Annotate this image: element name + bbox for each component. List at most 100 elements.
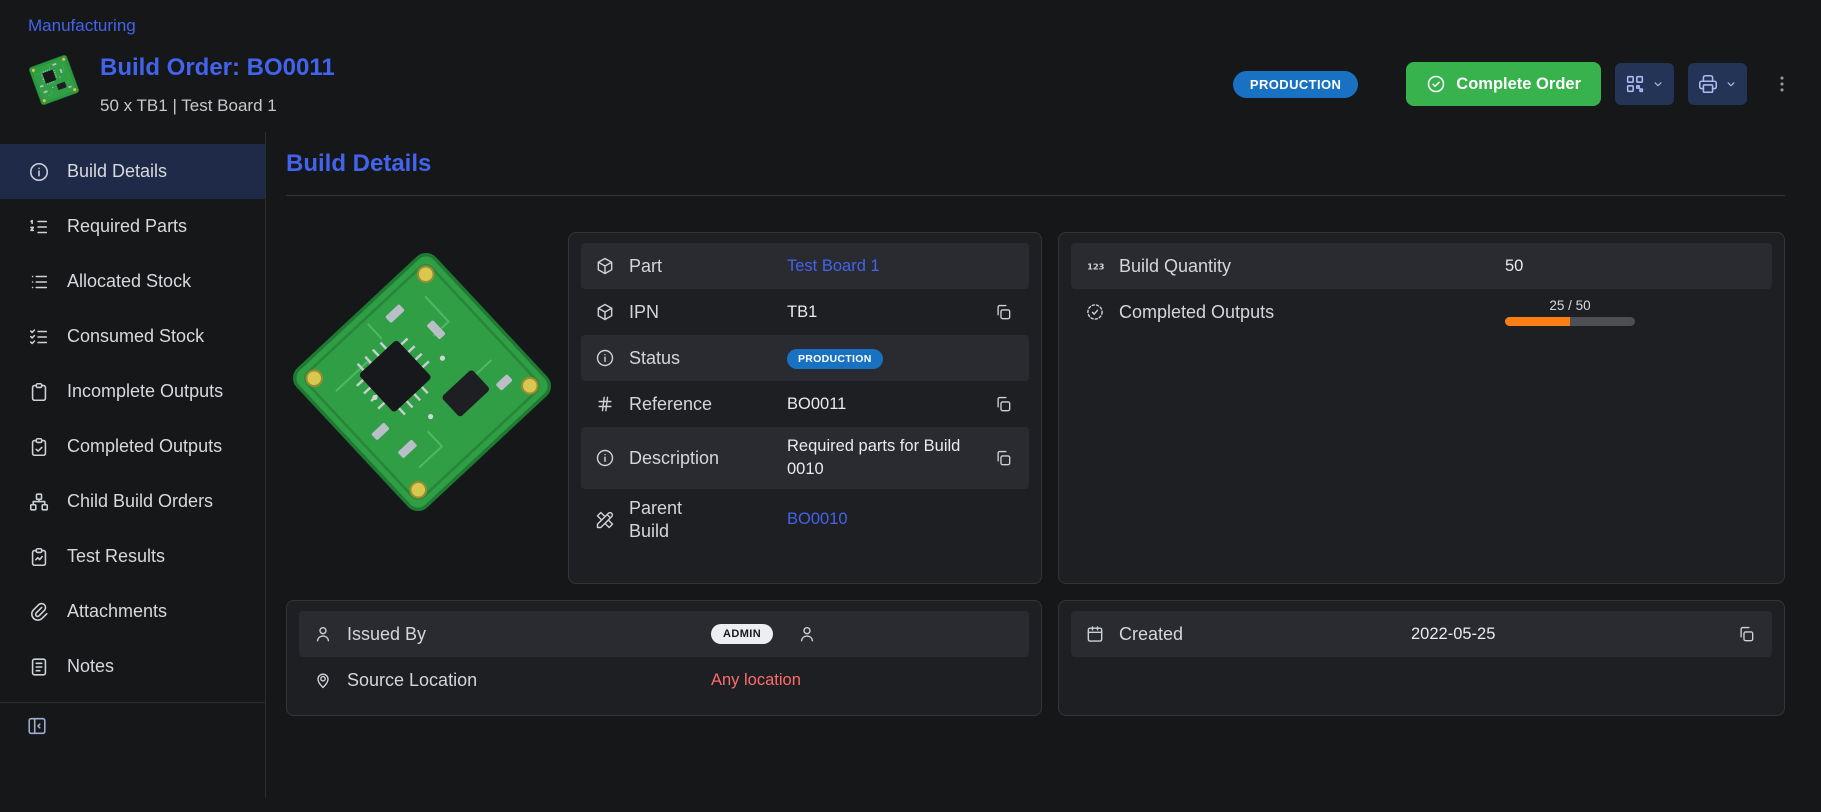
- page-subtitle: 50 x TB1 | Test Board 1: [100, 96, 335, 116]
- detail-row-parent-build: Parent Build BO0010: [581, 489, 1029, 550]
- sidebar-item-label: Incomplete Outputs: [67, 381, 223, 402]
- breadcrumb: Manufacturing: [0, 0, 1821, 44]
- main-panel: Build Details Part Test Board 1: [266, 132, 1821, 798]
- chevron-down-icon: [1724, 77, 1738, 91]
- copy-button[interactable]: [992, 301, 1015, 324]
- title-block: Build Order: BO0011 50 x TB1 | Test Boar…: [100, 54, 335, 116]
- user-icon: [797, 624, 817, 644]
- copy-button[interactable]: [992, 447, 1015, 470]
- svg-text:123: 123: [1087, 261, 1105, 271]
- detail-label: Created: [1119, 624, 1183, 645]
- copy-icon: [994, 303, 1013, 322]
- detail-row-completed-outputs: Completed Outputs 25 / 50: [1071, 289, 1772, 335]
- pcb-thumbnail-image: [26, 52, 82, 108]
- sidebar: Build Details Required Parts Allocated S…: [0, 132, 266, 798]
- header-actions: PRODUCTION Complete Order: [1233, 54, 1793, 106]
- package-icon: [595, 256, 615, 276]
- detail-row-reference: Reference BO0011: [581, 381, 1029, 427]
- breadcrumb-manufacturing[interactable]: Manufacturing: [28, 16, 136, 35]
- list-numbers-icon: [28, 216, 50, 238]
- calendar-icon: [1085, 624, 1105, 644]
- quantity-panel: 123 Build Quantity 50 Completed Outputs …: [1058, 232, 1785, 584]
- part-image[interactable]: [286, 232, 558, 532]
- qr-code-icon: [1624, 73, 1646, 95]
- progress-track: [1505, 317, 1635, 326]
- sidebar-item-child-build-orders[interactable]: Child Build Orders: [0, 474, 265, 529]
- detail-label: Reference: [629, 394, 712, 415]
- detail-label: Status: [629, 348, 680, 369]
- issued-by-badge: ADMIN: [711, 624, 773, 644]
- created-value: 2022-05-25: [1411, 625, 1735, 644]
- detail-row-ipn: IPN TB1: [581, 289, 1029, 335]
- progress-text: 25 / 50: [1505, 298, 1635, 313]
- progress-fill: [1505, 317, 1570, 326]
- detail-row-status: Status PRODUCTION: [581, 335, 1029, 381]
- circle-check-icon: [1426, 74, 1446, 94]
- collapse-panel-icon: [26, 715, 48, 737]
- copy-button[interactable]: [992, 393, 1015, 416]
- created-panel: Created 2022-05-25: [1058, 600, 1785, 716]
- copy-icon: [994, 395, 1013, 414]
- sidebar-item-notes[interactable]: Notes: [0, 639, 265, 694]
- package-icon: [595, 302, 615, 322]
- info-circle-icon: [595, 348, 615, 368]
- sidebar-item-label: Completed Outputs: [67, 436, 222, 457]
- content: Build Details Required Parts Allocated S…: [0, 132, 1821, 798]
- sidebar-item-label: Consumed Stock: [67, 326, 204, 347]
- numbers-123-icon: 123: [1085, 256, 1105, 276]
- source-location-value: Any location: [711, 671, 1015, 690]
- status-badge-small: PRODUCTION: [787, 349, 883, 369]
- detail-row-issued-by: Issued By ADMIN: [299, 611, 1029, 657]
- sidebar-item-test-results[interactable]: Test Results: [0, 529, 265, 584]
- complete-order-button[interactable]: Complete Order: [1406, 62, 1601, 106]
- sidebar-item-consumed-stock[interactable]: Consumed Stock: [0, 309, 265, 364]
- sidebar-item-label: Attachments: [67, 601, 167, 622]
- sidebar-item-completed-outputs[interactable]: Completed Outputs: [0, 419, 265, 474]
- detail-row-build-quantity: 123 Build Quantity 50: [1071, 243, 1772, 289]
- status-badge: PRODUCTION: [1233, 71, 1358, 98]
- detail-label: Completed Outputs: [1119, 302, 1274, 323]
- hash-icon: [595, 394, 615, 414]
- copy-icon: [994, 449, 1013, 468]
- info-circle-icon: [28, 161, 50, 183]
- sidebar-item-label: Allocated Stock: [67, 271, 191, 292]
- info-circle-icon: [595, 448, 615, 468]
- sidebar-footer: [0, 702, 265, 737]
- tools-icon: [595, 510, 615, 530]
- sidebar-item-allocated-stock[interactable]: Allocated Stock: [0, 254, 265, 309]
- sidebar-item-label: Required Parts: [67, 216, 187, 237]
- notes-icon: [28, 656, 50, 678]
- detail-label: Description: [629, 448, 719, 469]
- sidebar-item-label: Build Details: [67, 161, 167, 182]
- test-report-icon: [28, 546, 50, 568]
- detail-row-source-location: Source Location Any location: [299, 657, 1029, 703]
- ipn-value: TB1: [787, 303, 992, 322]
- build-details-panel: Part Test Board 1 IPN TB1: [568, 232, 1042, 584]
- sidebar-item-attachments[interactable]: Attachments: [0, 584, 265, 639]
- part-thumbnail[interactable]: [28, 54, 80, 106]
- section-divider: [286, 195, 1785, 196]
- paperclip-icon: [28, 601, 50, 623]
- detail-label: Build Quantity: [1119, 256, 1231, 277]
- more-actions-button[interactable]: [1771, 73, 1793, 95]
- detail-row-description: Description Required parts for Build 001…: [581, 427, 1029, 489]
- sidebar-item-incomplete-outputs[interactable]: Incomplete Outputs: [0, 364, 265, 419]
- detail-row-created: Created 2022-05-25: [1071, 611, 1772, 657]
- parent-build-link[interactable]: BO0010: [787, 510, 1015, 529]
- detail-row-part: Part Test Board 1: [581, 243, 1029, 289]
- print-actions-button[interactable]: [1688, 63, 1747, 105]
- part-link[interactable]: Test Board 1: [787, 257, 1015, 276]
- pcb-image: [275, 235, 569, 529]
- copy-button[interactable]: [1735, 623, 1758, 646]
- barcode-actions-button[interactable]: [1615, 63, 1674, 105]
- sidebar-item-label: Test Results: [67, 546, 165, 567]
- complete-order-label: Complete Order: [1456, 75, 1581, 94]
- sidebar-item-label: Child Build Orders: [67, 491, 213, 512]
- sidebar-item-label: Notes: [67, 656, 114, 677]
- page-header: Build Order: BO0011 50 x TB1 | Test Boar…: [0, 44, 1821, 132]
- collapse-sidebar-button[interactable]: [26, 715, 48, 737]
- description-value: Required parts for Build 0010: [787, 435, 992, 481]
- sidebar-item-build-details[interactable]: Build Details: [0, 144, 265, 199]
- build-quantity-value: 50: [1505, 257, 1758, 276]
- sidebar-item-required-parts[interactable]: Required Parts: [0, 199, 265, 254]
